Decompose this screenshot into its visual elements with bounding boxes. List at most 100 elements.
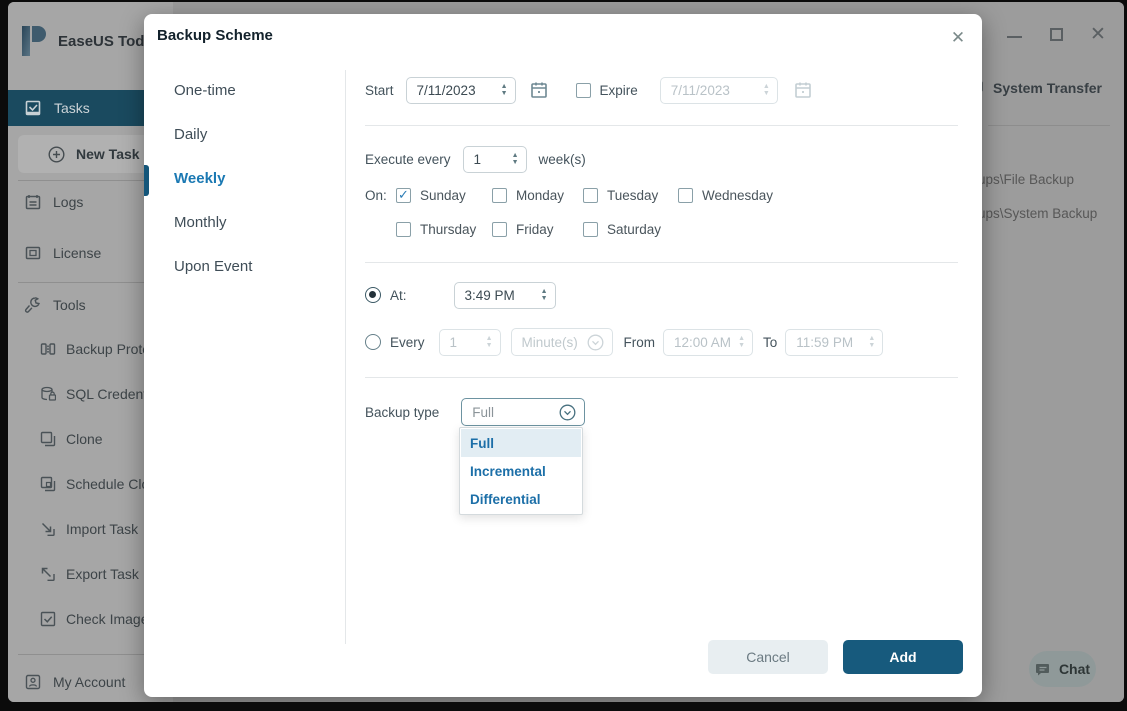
every-label: Every xyxy=(390,335,425,350)
maximize-button[interactable] xyxy=(1048,26,1064,42)
start-calendar-icon[interactable] xyxy=(530,81,548,99)
start-label: Start xyxy=(365,83,394,98)
weeks-suffix-label: week(s) xyxy=(539,152,586,167)
tab-monthly[interactable]: Monthly xyxy=(174,214,324,234)
sql-credentials-icon xyxy=(40,386,56,402)
dropdown-option-full[interactable]: Full xyxy=(461,429,581,457)
sidebar-section-tools[interactable]: Tools xyxy=(24,296,86,313)
sidebar-item-label: Check Image xyxy=(66,611,148,627)
dialog-title: Backup Scheme xyxy=(157,27,273,44)
day-checkbox-monday[interactable]: Monday xyxy=(492,186,564,204)
logs-icon xyxy=(25,194,41,210)
dropdown-option-differential[interactable]: Differential xyxy=(461,485,581,513)
at-label: At: xyxy=(390,288,407,303)
sidebar-item-check-image[interactable]: Check Image xyxy=(40,611,148,627)
tab-upon-event[interactable]: Upon Event xyxy=(174,258,324,278)
section-divider xyxy=(365,377,958,378)
add-button[interactable]: Add xyxy=(843,640,963,674)
expire-checkbox[interactable] xyxy=(576,83,591,98)
interval-count-stepper: ▲▼ xyxy=(486,335,493,349)
dialog-close-button[interactable]: ✕ xyxy=(947,27,969,49)
dialog-vertical-divider xyxy=(345,70,346,644)
screen: EaseUS Todo Tasks New Task Logs License … xyxy=(0,0,1127,711)
backup-type-label: Backup type xyxy=(365,405,439,420)
schedule-clone-icon xyxy=(40,476,56,492)
to-time-stepper: ▲▼ xyxy=(868,335,875,349)
expire-calendar-icon xyxy=(794,81,812,99)
day-checkbox-tuesday[interactable]: Tuesday xyxy=(583,186,658,204)
tasks-icon xyxy=(25,100,41,116)
sidebar-item-label: Import Task xyxy=(66,521,138,537)
check-image-icon xyxy=(40,611,56,627)
selected-nav-accent xyxy=(144,165,149,196)
from-time-input: 12:00 AM ▲▼ xyxy=(663,329,753,356)
execute-every-label: Execute every xyxy=(365,152,451,167)
tab-daily[interactable]: Daily xyxy=(174,126,324,146)
sidebar-section-label: Tools xyxy=(53,297,86,313)
backup-scheme-dialog: Backup Scheme ✕ One-time Daily Weekly Mo… xyxy=(144,14,982,697)
interval-count-input: 1 ▲▼ xyxy=(439,329,501,356)
backup-path: ups\System Backup xyxy=(978,206,1097,221)
day-checkbox-sunday[interactable]: Sunday xyxy=(396,186,466,204)
at-time-input[interactable]: 3:49 PM ▲▼ xyxy=(454,282,556,309)
day-checkbox-friday[interactable]: Friday xyxy=(492,220,554,238)
dropdown-option-incremental[interactable]: Incremental xyxy=(461,457,581,485)
plus-circle-icon xyxy=(48,146,65,163)
start-date-stepper[interactable]: ▲▼ xyxy=(501,83,508,97)
chevron-down-circle-icon xyxy=(559,404,576,421)
tools-icon xyxy=(24,296,41,313)
chat-label: Chat xyxy=(1059,661,1090,677)
minimize-button[interactable] xyxy=(1006,26,1022,42)
license-icon xyxy=(25,245,41,261)
backup-type-select[interactable]: Full xyxy=(461,398,585,426)
to-label: To xyxy=(763,335,777,350)
sidebar-item-label: License xyxy=(53,245,101,261)
day-checkbox-wednesday[interactable]: Wednesday xyxy=(678,186,773,204)
chevron-down-circle-icon xyxy=(587,334,604,351)
expire-date-input: 7/11/2023 ▲▼ xyxy=(660,77,778,104)
app-logo-icon xyxy=(20,26,46,56)
system-transfer-label: System Transfer xyxy=(993,80,1102,96)
system-transfer-button[interactable]: System Transfer xyxy=(968,80,1102,96)
clone-icon xyxy=(40,431,56,447)
from-label: From xyxy=(624,335,656,350)
backup-path: ups\File Backup xyxy=(978,172,1074,187)
sidebar-item-label: Logs xyxy=(53,194,83,210)
sidebar-item-import-task[interactable]: Import Task xyxy=(40,521,138,537)
sidebar-item-label: Export Task xyxy=(66,566,139,582)
chat-button[interactable]: Chat xyxy=(1029,651,1096,687)
close-window-button[interactable]: ✕ xyxy=(1090,26,1106,42)
interval-unit-select: Minute(s) xyxy=(511,328,613,356)
chat-icon xyxy=(1035,662,1052,677)
at-time-stepper[interactable]: ▲▼ xyxy=(541,288,548,302)
account-icon xyxy=(25,674,41,690)
sidebar-item-label: Clone xyxy=(66,431,103,447)
every-radio[interactable] xyxy=(365,334,381,350)
day-checkbox-thursday[interactable]: Thursday xyxy=(396,220,476,238)
sidebar-item-export-task[interactable]: Export Task xyxy=(40,566,139,582)
backup-type-dropdown: Full Incremental Differential xyxy=(459,427,583,515)
section-divider xyxy=(365,262,958,263)
at-radio[interactable] xyxy=(365,287,381,303)
app-window: EaseUS Todo Tasks New Task Logs License … xyxy=(8,2,1124,702)
to-time-input: 11:59 PM ▲▼ xyxy=(785,329,883,356)
sidebar-item-logs[interactable]: Logs xyxy=(25,194,83,210)
cancel-button[interactable]: Cancel xyxy=(708,640,828,674)
tab-one-time[interactable]: One-time xyxy=(174,82,324,102)
start-date-input[interactable]: 7/11/2023 ▲▼ xyxy=(406,77,516,104)
sidebar-item-label: My Account xyxy=(53,674,125,690)
tab-weekly[interactable]: Weekly xyxy=(174,170,324,190)
week-count-stepper[interactable]: ▲▼ xyxy=(512,152,519,166)
right-panel-divider xyxy=(988,125,1110,126)
new-task-label: New Task xyxy=(76,146,140,162)
expire-label: Expire xyxy=(600,83,638,98)
sidebar-item-my-account[interactable]: My Account xyxy=(25,674,125,690)
export-task-icon xyxy=(40,566,56,582)
expire-date-stepper: ▲▼ xyxy=(763,83,770,97)
from-time-stepper: ▲▼ xyxy=(738,335,745,349)
day-checkbox-saturday[interactable]: Saturday xyxy=(583,220,661,238)
week-count-input[interactable]: 1 ▲▼ xyxy=(463,146,527,173)
sidebar-item-license[interactable]: License xyxy=(25,245,101,261)
import-task-icon xyxy=(40,521,56,537)
sidebar-item-clone[interactable]: Clone xyxy=(40,431,103,447)
